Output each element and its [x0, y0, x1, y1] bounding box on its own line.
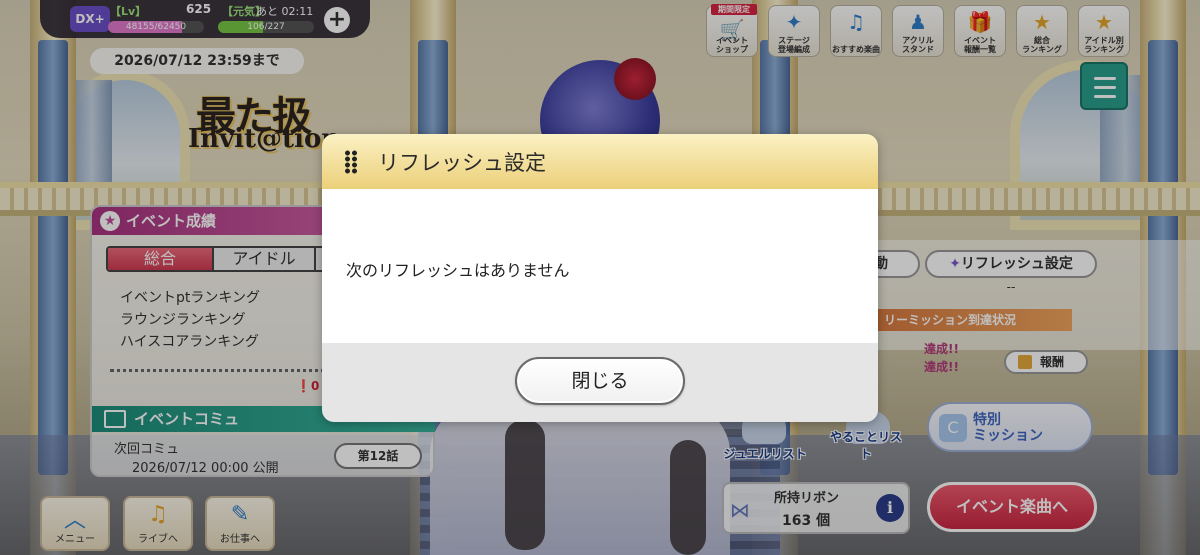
dialog-header: リフレッシュ設定 — [322, 134, 878, 189]
refresh-settings-dialog: リフレッシュ設定 次のリフレッシュはありません 閉じる — [322, 134, 878, 422]
dialog-title: リフレッシュ設定 — [378, 151, 546, 175]
dialog-body: 次のリフレッシュはありません — [322, 189, 878, 343]
dialog-message: 次のリフレッシュはありません — [346, 261, 570, 280]
close-button[interactable]: 閉じる — [515, 357, 685, 405]
drag-handle-icon — [344, 150, 358, 174]
dialog-footer: 閉じる — [322, 343, 878, 422]
